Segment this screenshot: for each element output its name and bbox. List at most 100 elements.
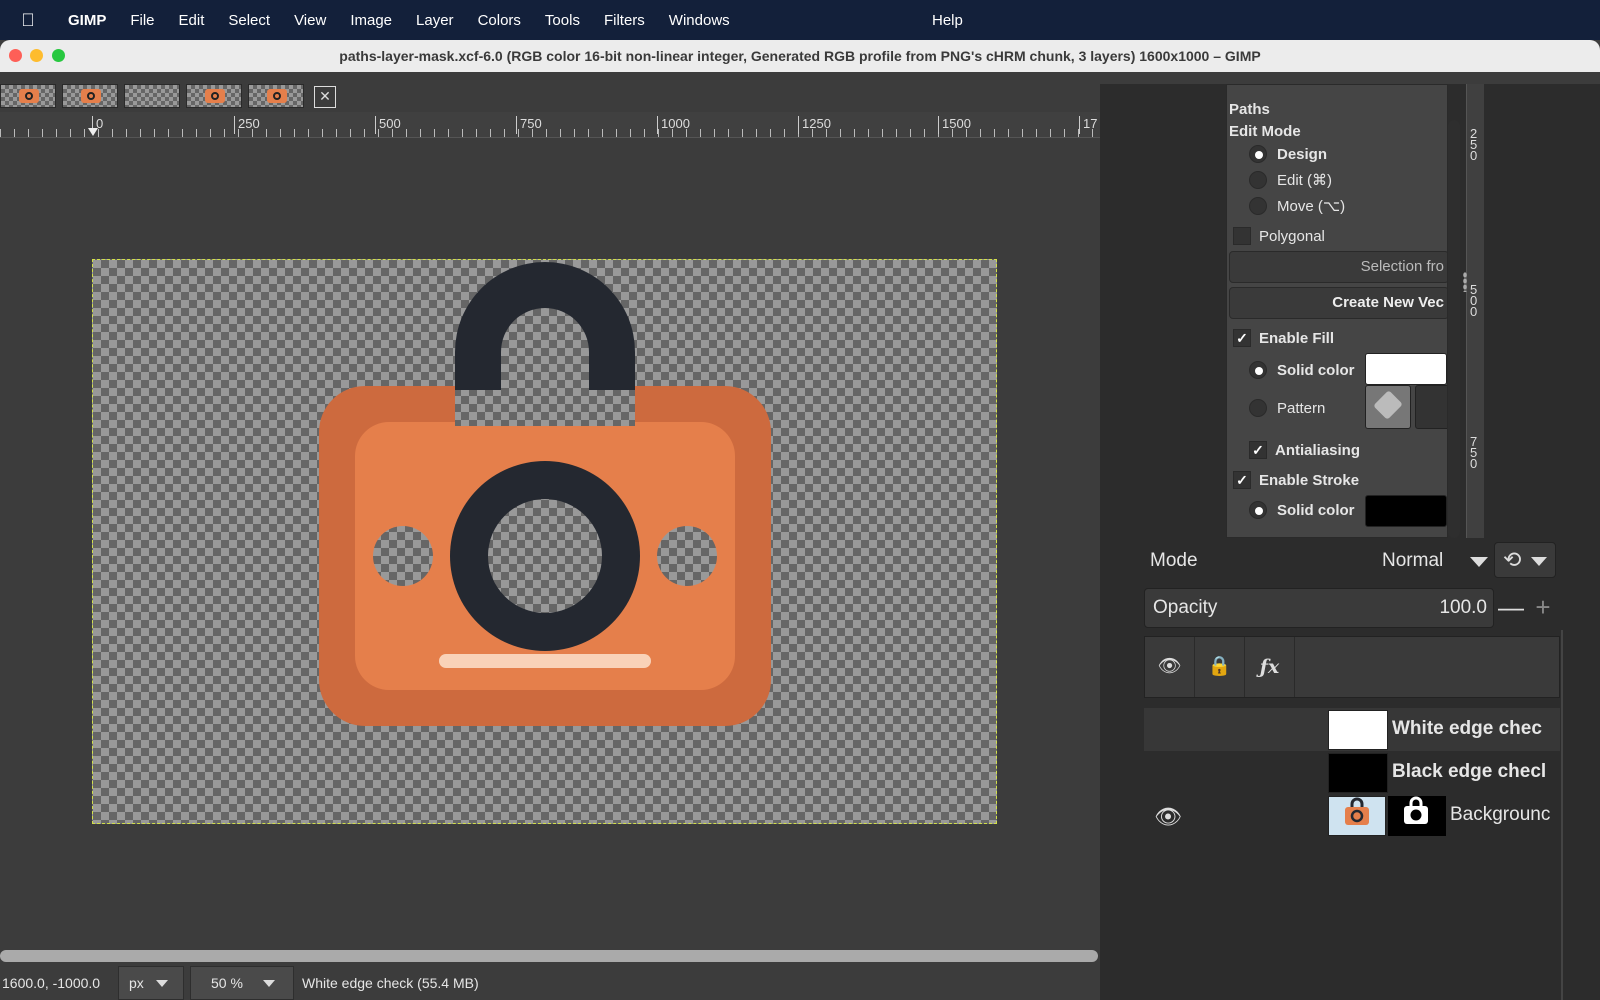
checkmark-icon: ✓ (1249, 441, 1267, 459)
enable-stroke-label: Enable Stroke (1259, 471, 1360, 489)
layer-thumbnail (1328, 796, 1386, 836)
pattern-preview[interactable] (1415, 385, 1447, 429)
image-canvas[interactable] (92, 259, 997, 824)
lock-icon[interactable]: 🔒 (1195, 637, 1245, 697)
mode-move-radio[interactable]: Move (⌥) (1249, 197, 1345, 215)
opacity-value: 100.0 (1439, 597, 1487, 618)
image-tab[interactable] (0, 84, 56, 108)
tab-thumbnail (205, 89, 225, 103)
layer-mask-thumbnail[interactable] (1388, 796, 1446, 836)
fill-solid-label: Solid color (1277, 361, 1355, 379)
radio-icon (1249, 399, 1267, 417)
checkmark-icon: ✓ (1233, 329, 1251, 347)
pointer-coordinates: 1600.0, -1000.0 (2, 975, 101, 991)
layer-row[interactable]: White edge chec (1144, 708, 1560, 751)
opacity-decrease-button[interactable]: — (1496, 588, 1526, 628)
radio-icon (1249, 197, 1267, 215)
ruler-label: 250 (234, 116, 260, 134)
image-tab[interactable] (62, 84, 118, 108)
menu-edit[interactable]: Edit (167, 12, 217, 29)
zoom-value: 50 % (211, 975, 243, 991)
opacity-increase-button[interactable]: + (1528, 588, 1558, 628)
tab-thumbnail (81, 89, 101, 103)
stroke-solid-radio[interactable]: Solid color (1249, 501, 1355, 519)
eye-icon[interactable]: 👁 (1145, 637, 1195, 697)
ruler-ticks (0, 129, 1100, 137)
tool-options-scrollbar[interactable] (1448, 120, 1460, 538)
menu-layer[interactable]: Layer (404, 12, 466, 29)
layer-name: White edge chec (1392, 718, 1542, 739)
menu-help[interactable]: Help (920, 12, 975, 29)
selection-from-path-button[interactable]: Selection fro (1229, 251, 1447, 283)
unit-value: px (129, 975, 144, 991)
camera-right-hole (657, 526, 717, 586)
layer-row[interactable]: Black edge checl (1144, 751, 1560, 794)
mask-camera-icon (1404, 796, 1428, 824)
ruler-label: 17 (1079, 116, 1097, 134)
ruler-label: 500 (375, 116, 401, 134)
panel-grip-icon[interactable] (1463, 272, 1467, 292)
menu-select[interactable]: Select (216, 12, 282, 29)
stroke-color-swatch[interactable] (1365, 495, 1447, 527)
menu-file[interactable]: File (118, 12, 166, 29)
paths-tool-options: Paths Edit Mode Design Edit (⌘) Move (⌥)… (1226, 84, 1448, 538)
chevron-down-icon (262, 979, 275, 987)
layer-name: Backgrounc (1450, 804, 1551, 825)
create-new-vector-button[interactable]: Create New Vec (1229, 287, 1447, 319)
menu-tools[interactable]: Tools (533, 12, 592, 29)
mode-label: Mode (1150, 550, 1198, 571)
apple-icon[interactable]:  (0, 10, 56, 31)
layer-row[interactable]: 👁 Backgrounc (1144, 794, 1560, 837)
enable-stroke-checkbox[interactable]: ✓ Enable Stroke (1233, 471, 1359, 489)
unit-select[interactable]: px (118, 966, 184, 1000)
layers-panel: Mode Normal ⟲ Opacity 100.0 — + 👁 🔒 ƒx W… (1144, 542, 1560, 1000)
ruler-label: 500 (1470, 282, 1478, 319)
image-tab[interactable] (124, 84, 180, 108)
mode-select[interactable]: Normal (1382, 550, 1443, 572)
antialiasing-checkbox[interactable]: ✓ Antialiasing (1249, 441, 1360, 459)
horizontal-ruler[interactable]: 0 250 500 750 1000 1250 1500 17 (0, 112, 1100, 138)
tool-options-title: Paths (1229, 101, 1270, 118)
mode-design-radio[interactable]: Design (1249, 145, 1327, 163)
canvas-area[interactable] (0, 139, 1100, 935)
zoom-select[interactable]: 50 % (190, 966, 294, 1000)
fill-color-swatch[interactable] (1365, 353, 1447, 385)
camera-thumb-icon (1345, 797, 1369, 825)
ruler-label: 1250 (798, 116, 831, 134)
fx-icon[interactable]: ƒx (1245, 637, 1295, 697)
enable-fill-checkbox[interactable]: ✓ Enable Fill (1233, 329, 1334, 347)
image-tabs: ✕ (0, 84, 336, 112)
chevron-down-icon (1531, 557, 1547, 566)
opacity-label: Opacity (1153, 597, 1218, 618)
radio-selected-icon (1249, 145, 1267, 163)
image-tab[interactable] (186, 84, 242, 108)
menu-filters[interactable]: Filters (592, 12, 657, 29)
opacity-spinner[interactable]: Opacity 100.0 (1144, 588, 1494, 628)
antialiasing-label: Antialiasing (1275, 441, 1361, 459)
menu-windows[interactable]: Windows (657, 12, 742, 29)
window-titlebar: paths-layer-mask.xcf-6.0 (RGB color 16-b… (0, 40, 1600, 72)
fill-solid-radio[interactable]: Solid color (1249, 361, 1355, 379)
menu-view[interactable]: View (282, 12, 338, 29)
close-tab-icon[interactable]: ✕ (314, 86, 336, 108)
fill-pattern-radio[interactable]: Pattern (1249, 399, 1325, 417)
horizontal-scrollbar[interactable] (0, 950, 1098, 962)
mode-reset-button[interactable]: ⟲ (1494, 542, 1556, 578)
mode-edit-radio[interactable]: Edit (⌘) (1249, 171, 1332, 189)
image-tab-active[interactable] (248, 84, 304, 108)
chevron-down-icon[interactable] (1470, 557, 1488, 567)
fill-pattern-label: Pattern (1277, 399, 1326, 417)
camera-left-hole (373, 526, 433, 586)
menu-image[interactable]: Image (338, 12, 404, 29)
menu-colors[interactable]: Colors (466, 12, 533, 29)
polygonal-checkbox[interactable]: Polygonal (1233, 227, 1325, 245)
checkbox-icon (1233, 227, 1251, 245)
camera-bar (439, 654, 651, 668)
panel-divider (1561, 630, 1563, 1000)
tab-thumbnail (19, 89, 39, 103)
eye-icon[interactable]: 👁 (1152, 804, 1184, 830)
vertical-ruler[interactable]: 250 500 750 (1466, 84, 1484, 538)
layer-thumbnail (1328, 753, 1388, 793)
menu-app-gimp[interactable]: GIMP (56, 12, 118, 29)
pattern-swatch[interactable] (1365, 385, 1411, 429)
